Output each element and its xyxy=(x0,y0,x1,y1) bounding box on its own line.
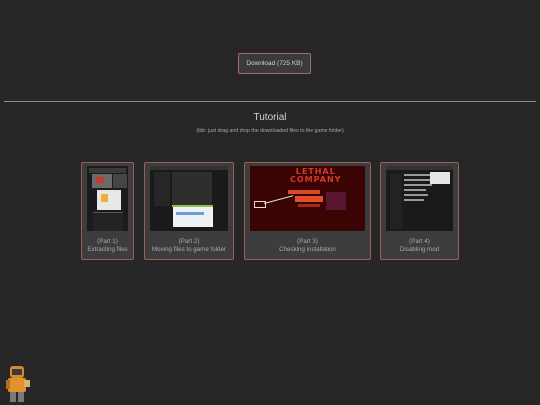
section-divider xyxy=(4,101,536,102)
tutorial-title: Tutorial xyxy=(253,112,287,123)
card-part-label: (Part 3) xyxy=(297,238,318,245)
tutorial-card-part-4[interactable]: (Part 4) Disabling mod xyxy=(380,162,459,260)
thumbnail-disabling-mod xyxy=(386,166,453,231)
card-caption: (Part 2) Moving files to game folder xyxy=(145,238,233,254)
employee-mascot-icon xyxy=(6,366,30,402)
card-caption: (Part 4) Disabling mod xyxy=(381,238,458,254)
tutorial-card-part-2[interactable]: (Part 2) Moving files to game folder xyxy=(144,162,234,260)
tutorial-subtitle: (tldr: just drag and drop the downloaded… xyxy=(196,128,344,134)
tutorial-card-part-3[interactable]: LETHAL COMPANY (Part 3) Checking install… xyxy=(244,162,371,260)
thumbnail-extracting-files xyxy=(87,166,128,231)
card-part-label: (Part 2) xyxy=(178,238,200,245)
card-caption: (Part 3) Checking installation xyxy=(245,238,370,254)
thumbnail-checking-installation: LETHAL COMPANY xyxy=(250,166,365,231)
card-caption: (Part 1) Extracting files xyxy=(82,238,133,254)
download-button[interactable]: Download (725 KB) xyxy=(238,53,311,74)
tutorial-card-part-1[interactable]: (Part 1) Extracting files xyxy=(81,162,134,260)
thumbnail-moving-files xyxy=(150,166,228,231)
card-part-label: (Part 1) xyxy=(97,238,118,245)
lethal-company-logo-line2: COMPANY xyxy=(290,175,342,184)
card-title: Moving files to game folder xyxy=(152,246,226,253)
card-title: Checking installation xyxy=(279,246,336,253)
card-title: Extracting files xyxy=(87,246,128,253)
card-part-label: (Part 4) xyxy=(409,238,430,245)
card-title: Disabling mod xyxy=(399,246,440,253)
